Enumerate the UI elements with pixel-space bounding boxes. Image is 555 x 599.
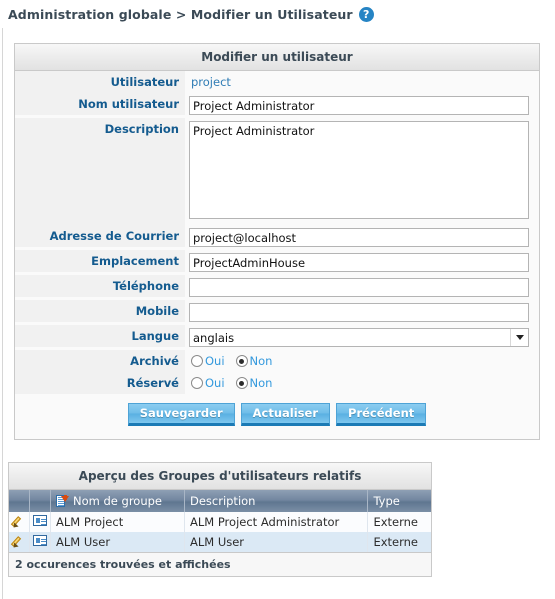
- breadcrumb: Administration globale > Modifier un Uti…: [0, 0, 555, 28]
- table-row[interactable]: ALM User ALM User Externe: [9, 532, 431, 552]
- value-username: project: [191, 75, 231, 89]
- field-row-language: Langue anglais: [15, 325, 539, 350]
- reserved-radio-yes-label: Oui: [205, 376, 225, 390]
- form-button-row: Sauvegarder Actualiser Précédent: [15, 394, 539, 433]
- value-language-wrap: anglais: [185, 325, 539, 350]
- column-header-description[interactable]: Description: [184, 490, 369, 512]
- cell-type: Externe: [367, 512, 431, 532]
- phone-input[interactable]: [189, 278, 529, 297]
- label-email: Adresse de Courrier: [15, 225, 185, 247]
- field-row-reserved: Réservé Oui Non: [15, 372, 539, 394]
- value-fullname-wrap: [185, 93, 539, 118]
- groups-table: Nom de groupe Description Type ALM Proje…: [9, 490, 431, 552]
- language-select-wrap: anglais: [189, 328, 529, 347]
- cell-group-name: ALM Project: [50, 512, 185, 532]
- value-email-wrap: [185, 225, 539, 250]
- card-details-icon: [33, 535, 47, 546]
- value-username-wrap: project: [185, 71, 539, 93]
- field-row-mobile: Mobile: [15, 300, 539, 325]
- label-phone: Téléphone: [15, 275, 185, 297]
- radio-unchecked-icon: [191, 355, 203, 367]
- cell-group-name: ALM User: [50, 532, 185, 552]
- radio-checked-icon: [235, 377, 248, 389]
- radio-unchecked-icon: [191, 377, 203, 389]
- field-row-location: Emplacement: [15, 250, 539, 275]
- label-archived: Archivé: [15, 350, 185, 372]
- label-fullname: Nom utilisateur: [15, 93, 185, 115]
- description-textarea[interactable]: Project Administrator: [189, 121, 529, 219]
- archived-radio-no[interactable]: Non: [235, 354, 273, 368]
- field-row-email: Adresse de Courrier: [15, 225, 539, 250]
- edit-user-panel: Modifier un utilisateur Utilisateur proj…: [14, 43, 540, 440]
- field-row-archived: Archivé Oui Non: [15, 350, 539, 372]
- value-location-wrap: [185, 250, 539, 275]
- label-language: Langue: [15, 325, 185, 347]
- value-mobile-wrap: [185, 300, 539, 325]
- pencil-icon: [10, 534, 26, 549]
- reserved-radio-group: Oui Non: [189, 374, 529, 392]
- label-username: Utilisateur: [15, 71, 185, 93]
- card-details-icon: [33, 515, 47, 526]
- breadcrumb-text: Administration globale > Modifier un Uti…: [8, 7, 353, 22]
- column-header-details: [29, 490, 51, 512]
- panel-title-edit-user: Modifier un utilisateur: [15, 44, 539, 71]
- column-header-type[interactable]: Type: [367, 490, 431, 512]
- back-button[interactable]: Précédent: [336, 403, 427, 426]
- label-location: Emplacement: [15, 250, 185, 272]
- page-left-rule: [2, 28, 3, 599]
- column-header-group-name[interactable]: Nom de groupe: [50, 490, 185, 512]
- field-row-description: Description Project Administrator: [15, 118, 539, 225]
- field-row-fullname: Nom utilisateur: [15, 93, 539, 118]
- field-row-phone: Téléphone: [15, 275, 539, 300]
- column-header-group-name-label: Nom de groupe: [73, 494, 163, 508]
- value-reserved-wrap: Oui Non: [185, 372, 539, 394]
- related-groups-panel: Aperçu des Groupes d'utilisateurs relati…: [8, 462, 432, 577]
- value-archived-wrap: Oui Non: [185, 350, 539, 372]
- row-edit-action[interactable]: [9, 512, 30, 532]
- cell-description: ALM User: [184, 532, 369, 552]
- groups-result-count: 2 occurences trouvées et affichées: [9, 552, 431, 576]
- label-reserved: Réservé: [15, 372, 185, 394]
- column-header-edit: [9, 490, 30, 512]
- location-input[interactable]: [189, 253, 529, 272]
- radio-checked-icon: [235, 355, 248, 367]
- row-details-action[interactable]: [29, 512, 51, 532]
- table-row[interactable]: ALM Project ALM Project Administrator Ex…: [9, 512, 431, 532]
- value-description-wrap: Project Administrator: [185, 118, 539, 225]
- pencil-icon: [10, 514, 26, 529]
- cell-description: ALM Project Administrator: [184, 512, 369, 532]
- sort-descending-icon: [56, 494, 69, 508]
- row-edit-action[interactable]: [9, 532, 30, 552]
- save-button[interactable]: Sauvegarder: [127, 403, 235, 426]
- row-details-action[interactable]: [29, 532, 51, 552]
- help-circle-icon[interactable]: ?: [358, 7, 374, 22]
- fullname-input[interactable]: [189, 96, 529, 115]
- archived-radio-yes[interactable]: Oui: [191, 354, 225, 368]
- language-select[interactable]: anglais: [189, 328, 529, 347]
- archived-radio-no-label: Non: [249, 354, 273, 368]
- archived-radio-yes-label: Oui: [205, 354, 225, 368]
- edit-user-form: Utilisateur project Nom utilisateur Desc…: [15, 71, 539, 439]
- mobile-input[interactable]: [189, 303, 529, 322]
- groups-header-row: Nom de groupe Description Type: [9, 490, 431, 512]
- groups-table-body: ALM Project ALM Project Administrator Ex…: [9, 512, 431, 552]
- reserved-radio-yes[interactable]: Oui: [191, 376, 225, 390]
- groups-table-head: Nom de groupe Description Type: [9, 490, 431, 512]
- field-row-username: Utilisateur project: [15, 71, 539, 93]
- reserved-radio-no-label: Non: [249, 376, 273, 390]
- refresh-button[interactable]: Actualiser: [240, 403, 331, 426]
- value-phone-wrap: [185, 275, 539, 300]
- reserved-radio-no[interactable]: Non: [235, 376, 273, 390]
- label-mobile: Mobile: [15, 300, 185, 322]
- archived-radio-group: Oui Non: [189, 352, 529, 370]
- label-description: Description: [15, 118, 185, 225]
- email-input[interactable]: [189, 228, 529, 247]
- cell-type: Externe: [367, 532, 431, 552]
- panel-title-related-groups: Aperçu des Groupes d'utilisateurs relati…: [9, 463, 431, 490]
